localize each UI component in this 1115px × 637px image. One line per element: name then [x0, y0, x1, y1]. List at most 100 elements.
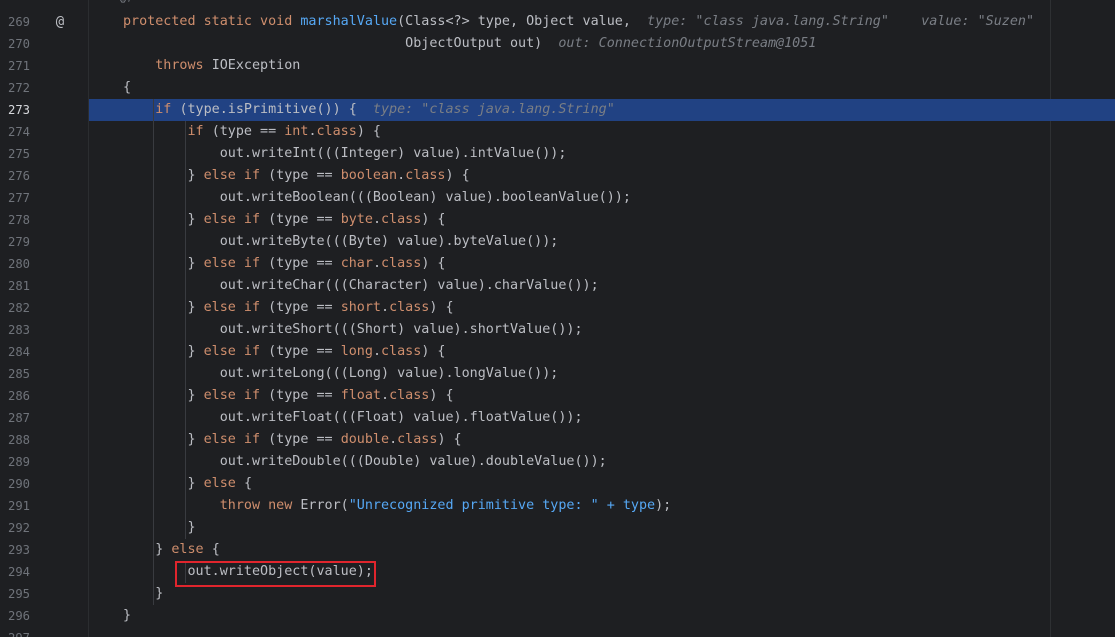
code-text[interactable]: } [123, 517, 195, 539]
code-text[interactable]: } [123, 605, 131, 627]
code-line-content[interactable]: throw new Error("Unrecognized primitive … [89, 495, 1115, 517]
code-line-content[interactable]: out.writeChar(((Character) value).charVa… [89, 275, 1115, 297]
code-text[interactable]: if (type.isPrimitive()) { type: "class j… [123, 99, 615, 121]
code-text[interactable]: out.writeFloat(((Float) value).floatValu… [123, 407, 583, 429]
code-line[interactable]: 294 out.writeObject(value); [0, 561, 1115, 583]
override-marker-icon[interactable]: @ [52, 11, 68, 33]
code-line-content[interactable]: out.writeBoolean(((Boolean) value).boole… [89, 187, 1115, 209]
code-text[interactable]: protected static void marshalValue(Class… [123, 11, 1034, 33]
code-text[interactable]: } else if (type == float.class) { [123, 385, 453, 407]
line-number[interactable]: 286 [0, 385, 30, 407]
line-number[interactable]: 270 [0, 33, 30, 55]
line-number[interactable]: 272 [0, 77, 30, 99]
code-line[interactable]: 269 @ protected static void marshalValue(C… [0, 11, 1115, 33]
line-number[interactable]: 280 [0, 253, 30, 275]
code-line[interactable]: 280 } else if (type == char.class) { [0, 253, 1115, 275]
code-line-content[interactable]: if (type.isPrimitive()) { type: "class j… [89, 99, 1115, 121]
code-line-content[interactable]: out.writeByte(((Byte) value).byteValue()… [89, 231, 1115, 253]
code-line-content[interactable]: } [89, 605, 1115, 627]
code-editor[interactable]: ⚙˅ 269 @ protected static void marshalValu… [0, 0, 1115, 637]
code-line[interactable]: 286 } else if (type == float.class) { [0, 385, 1115, 407]
code-line[interactable]: 272 { [0, 77, 1115, 99]
line-number[interactable]: 285 [0, 363, 30, 385]
code-line-content[interactable]: } else if (type == float.class) { [89, 385, 1115, 407]
code-text[interactable]: out.writeChar(((Character) value).charVa… [123, 275, 599, 297]
code-text[interactable]: } else { [123, 473, 252, 495]
code-line[interactable]: 270 ObjectOutput out) out: ConnectionOut… [0, 33, 1115, 55]
line-number[interactable]: 269 [0, 11, 30, 33]
code-line[interactable]: 285 out.writeLong(((Long) value).longVal… [0, 363, 1115, 385]
code-line-content[interactable]: } else { [89, 539, 1115, 561]
line-number[interactable]: 283 [0, 319, 30, 341]
code-line-content[interactable]: if (type == int.class) { [89, 121, 1115, 143]
code-line-content[interactable]: out.writeFloat(((Float) value).floatValu… [89, 407, 1115, 429]
code-line[interactable]: 293 } else { [0, 539, 1115, 561]
code-text[interactable]: out.writeDouble(((Double) value).doubleV… [123, 451, 607, 473]
code-text[interactable]: out.writeLong(((Long) value).longValue()… [123, 363, 559, 385]
line-number[interactable]: 271 [0, 55, 30, 77]
line-number[interactable]: 289 [0, 451, 30, 473]
code-line-content[interactable]: out.writeDouble(((Double) value).doubleV… [89, 451, 1115, 473]
code-line[interactable]: 287 out.writeFloat(((Float) value).float… [0, 407, 1115, 429]
line-number[interactable]: 293 [0, 539, 30, 561]
code-line-content[interactable]: out.writeInt(((Integer) value).intValue(… [89, 143, 1115, 165]
code-text[interactable]: { [123, 77, 131, 99]
code-text[interactable]: throw new Error("Unrecognized primitive … [123, 495, 671, 517]
code-line-content[interactable]: } [89, 517, 1115, 539]
code-text[interactable]: } else { [123, 539, 220, 561]
code-line[interactable]: 284 } else if (type == long.class) { [0, 341, 1115, 363]
code-text[interactable]: } else if (type == boolean.class) { [123, 165, 469, 187]
code-text[interactable]: } else if (type == double.class) { [123, 429, 461, 451]
code-text[interactable]: out.writeBoolean(((Boolean) value).boole… [123, 187, 631, 209]
code-line[interactable]: 288 } else if (type == double.class) { [0, 429, 1115, 451]
code-line-content[interactable]: } else if (type == char.class) { [89, 253, 1115, 275]
line-number[interactable]: 290 [0, 473, 30, 495]
line-number[interactable]: 277 [0, 187, 30, 209]
code-line[interactable]: 279 out.writeByte(((Byte) value).byteVal… [0, 231, 1115, 253]
code-line-content[interactable]: out.writeShort(((Short) value).shortValu… [89, 319, 1115, 341]
code-line-content[interactable]: out.writeLong(((Long) value).longValue()… [89, 363, 1115, 385]
line-number[interactable]: 287 [0, 407, 30, 429]
line-number[interactable]: 274 [0, 121, 30, 143]
line-number[interactable]: 294 [0, 561, 30, 583]
code-line-content[interactable]: } else if (type == boolean.class) { [89, 165, 1115, 187]
code-line-content[interactable]: } else if (type == short.class) { [89, 297, 1115, 319]
code-line[interactable]: 295 } [0, 583, 1115, 605]
code-line-content[interactable]: } else if (type == long.class) { [89, 341, 1115, 363]
code-text[interactable]: } else if (type == short.class) { [123, 297, 453, 319]
code-line[interactable]: 277 out.writeBoolean(((Boolean) value).b… [0, 187, 1115, 209]
code-text[interactable]: } else if (type == byte.class) { [123, 209, 445, 231]
line-number[interactable]: 282 [0, 297, 30, 319]
line-number[interactable]: 278 [0, 209, 30, 231]
code-text[interactable]: } else if (type == long.class) { [123, 341, 445, 363]
code-line[interactable]: 291 throw new Error("Unrecognized primit… [0, 495, 1115, 517]
line-number[interactable]: 281 [0, 275, 30, 297]
code-line-current[interactable]: 273 if (type.isPrimitive()) { type: "cla… [0, 99, 1115, 121]
code-line[interactable]: 290 } else { [0, 473, 1115, 495]
code-line[interactable]: 271 throws IOException [0, 55, 1115, 77]
code-line[interactable]: 275 out.writeInt(((Integer) value).intVa… [0, 143, 1115, 165]
code-line[interactable]: 282 } else if (type == short.class) { [0, 297, 1115, 319]
code-line-content[interactable] [89, 627, 1115, 637]
code-text[interactable]: out.writeShort(((Short) value).shortValu… [123, 319, 583, 341]
code-text[interactable]: } [123, 583, 163, 605]
code-line-content[interactable]: } else { [89, 473, 1115, 495]
line-number[interactable]: 291 [0, 495, 30, 517]
line-number[interactable]: 295 [0, 583, 30, 605]
line-number[interactable]: 296 [0, 605, 30, 627]
code-line[interactable]: 289 out.writeDouble(((Double) value).dou… [0, 451, 1115, 473]
code-line-content[interactable]: ObjectOutput out) out: ConnectionOutputS… [89, 33, 1115, 55]
code-text[interactable]: throws IOException [123, 55, 300, 77]
code-line[interactable]: 274 if (type == int.class) { [0, 121, 1115, 143]
code-line-content[interactable]: throws IOException [89, 55, 1115, 77]
code-line[interactable]: 283 out.writeShort(((Short) value).short… [0, 319, 1115, 341]
code-line-content[interactable]: } else if (type == byte.class) { [89, 209, 1115, 231]
code-text[interactable]: ObjectOutput out) out: ConnectionOutputS… [123, 33, 816, 55]
code-line[interactable]: 278 } else if (type == byte.class) { [0, 209, 1115, 231]
code-text[interactable]: out.writeInt(((Integer) value).intValue(… [123, 143, 567, 165]
line-number[interactable]: 273 [0, 99, 30, 121]
code-line[interactable]: 281 out.writeChar(((Character) value).ch… [0, 275, 1115, 297]
code-line[interactable]: 296} [0, 605, 1115, 627]
line-number[interactable]: 288 [0, 429, 30, 451]
code-line-content[interactable]: protected static void marshalValue(Class… [89, 11, 1115, 33]
